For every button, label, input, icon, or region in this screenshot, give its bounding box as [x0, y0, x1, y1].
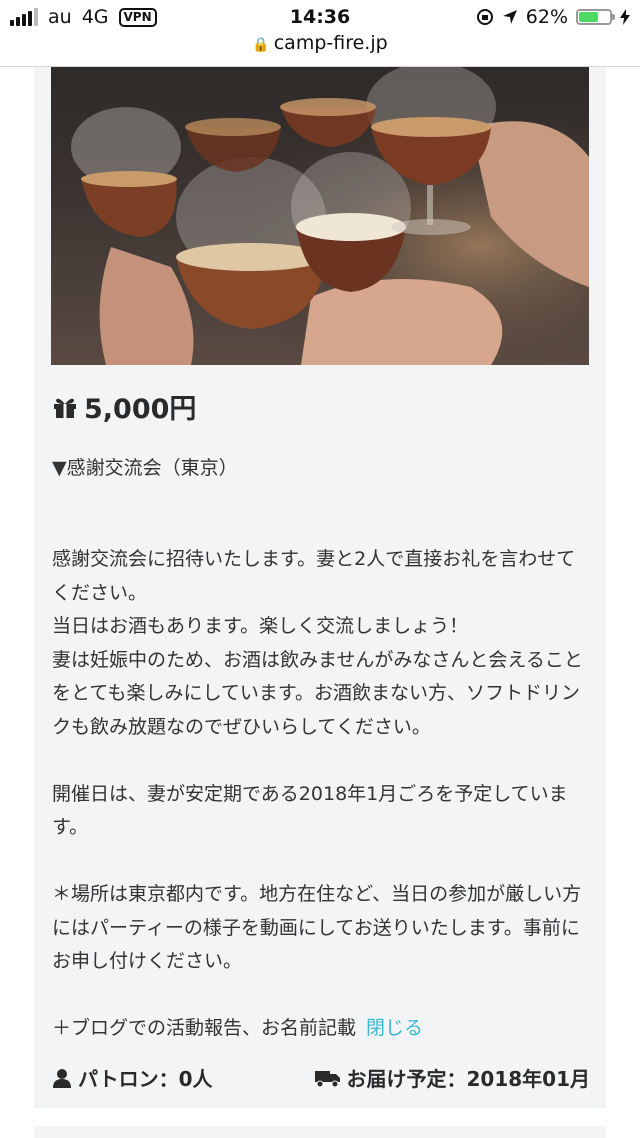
url-text: camp-fire.jp: [273, 32, 388, 54]
address-bar[interactable]: 🔒 camp-fire.jp: [0, 32, 640, 64]
reward-price: 5,000円: [52, 387, 196, 426]
close-link[interactable]: 閉じる: [366, 1017, 423, 1039]
reward-card[interactable]: 5,000円 ▼感謝交流会（東京） 感謝交流会に招待いたします。妻と2人で直接お…: [34, 67, 606, 1108]
charging-bolt-icon: [620, 9, 630, 25]
rotation-lock-icon: [476, 9, 493, 25]
reward-photo: [51, 67, 589, 365]
lock-icon: 🔒: [252, 37, 270, 53]
description-line: ＋ブログでの活動報告、お名前記載: [52, 1017, 357, 1039]
reward-description: 感謝交流会に招待いたします。妻と2人で直接お礼を言わせてください。 当日はお酒も…: [52, 543, 592, 1046]
description-line: 開催日は、妻が安定期である2018年1月ごろを予定しています。: [52, 782, 568, 839]
description-line: ＊場所は東京都内です。地方在住など、当日の参加が厳しい方にはパーティーの様子を動…: [52, 883, 582, 972]
description-line: 当日はお酒もあります。楽しく交流しましょう！: [52, 615, 469, 637]
location-arrow-icon: [502, 10, 517, 24]
battery-fill: [579, 12, 598, 22]
delivery-label: お届け予定：2018年01月: [346, 1067, 591, 1091]
delivery-date: お届け予定：2018年01月: [314, 1063, 591, 1092]
description-line: 感謝交流会に招待いたします。妻と2人で直接お礼を言わせてください。: [52, 548, 576, 604]
patron-count: パトロン：0人: [52, 1063, 213, 1092]
price-value: 5,000円: [84, 394, 197, 425]
description-last-line: ＋ブログでの活動報告、お名前記載 閉じる: [52, 1012, 592, 1046]
toast-glasses-image: [51, 67, 589, 365]
next-reward-card[interactable]: [34, 1126, 606, 1138]
truck-icon: [314, 1070, 340, 1087]
reward-title: ▼感謝交流会（東京）: [52, 457, 238, 479]
user-icon: [53, 1068, 71, 1088]
description-line: 妻は妊娠中のため、お酒は飲みませんがみなさんと会えることをとても楽しみにしていま…: [52, 648, 583, 738]
gift-icon: [54, 398, 76, 418]
patron-label: パトロン：0人: [78, 1067, 213, 1091]
status-bar: au 4G VPN 14:36 62%: [0, 0, 640, 36]
reward-footer: パトロン：0人 お届け予定：2018年01月: [52, 1063, 590, 1093]
status-right: 62%: [476, 6, 630, 28]
battery-icon: [576, 9, 615, 25]
battery-percent: 62%: [525, 6, 568, 28]
